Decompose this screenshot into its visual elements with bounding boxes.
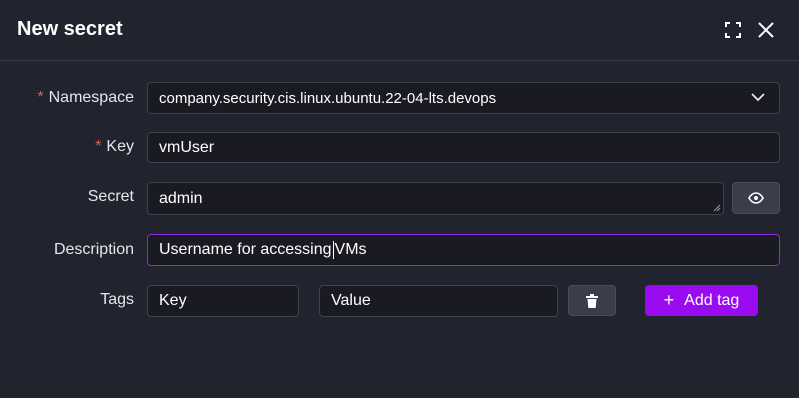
- key-label-text: Key: [106, 138, 134, 155]
- secret-value: admin: [159, 189, 203, 207]
- key-label: * Key: [95, 138, 134, 156]
- description-input[interactable]: Username for accessing VMs: [147, 234, 780, 266]
- key-input[interactable]: vmUser: [147, 132, 780, 163]
- resize-handle[interactable]: [713, 204, 721, 212]
- secret-textarea[interactable]: admin: [147, 182, 724, 215]
- description-label: Description: [54, 241, 134, 259]
- text-caret: [332, 241, 334, 259]
- secret-label: Secret: [88, 188, 134, 206]
- tag-key-input[interactable]: Key: [147, 285, 299, 317]
- toggle-visibility-button[interactable]: [732, 182, 780, 214]
- required-marker: *: [37, 89, 44, 106]
- plus-icon: +: [663, 290, 675, 310]
- dialog-title: New secret: [17, 18, 123, 40]
- secret-label-text: Secret: [87, 188, 134, 205]
- description-label-text: Description: [53, 241, 134, 258]
- tags-label: Tags: [100, 291, 134, 309]
- eye-icon: [748, 192, 764, 204]
- tags-label-text: Tags: [100, 291, 134, 308]
- dialog-header: New secret: [0, 0, 799, 61]
- namespace-label: * Namespace: [37, 89, 134, 107]
- namespace-value: company.security.cis.linux.ubuntu.22-04-…: [159, 89, 497, 107]
- tag-value-input[interactable]: Value: [319, 285, 558, 317]
- delete-tag-button[interactable]: [568, 285, 616, 316]
- namespace-label-text: Namespace: [48, 89, 134, 106]
- chevron-down-icon: [751, 93, 765, 102]
- namespace-select[interactable]: company.security.cis.linux.ubuntu.22-04-…: [147, 82, 780, 114]
- expand-icon[interactable]: [723, 20, 743, 40]
- add-tag-button[interactable]: + Add tag: [645, 285, 758, 316]
- close-icon[interactable]: [756, 20, 776, 40]
- tag-value-placeholder: Value: [331, 292, 371, 309]
- description-value-part2: VMs: [334, 241, 367, 258]
- required-marker: *: [95, 138, 102, 155]
- add-tag-label: Add tag: [684, 291, 740, 309]
- description-value-part1: Username for accessing: [159, 241, 332, 258]
- trash-icon: [586, 293, 598, 308]
- tag-key-placeholder: Key: [159, 292, 187, 309]
- key-value: vmUser: [159, 138, 215, 156]
